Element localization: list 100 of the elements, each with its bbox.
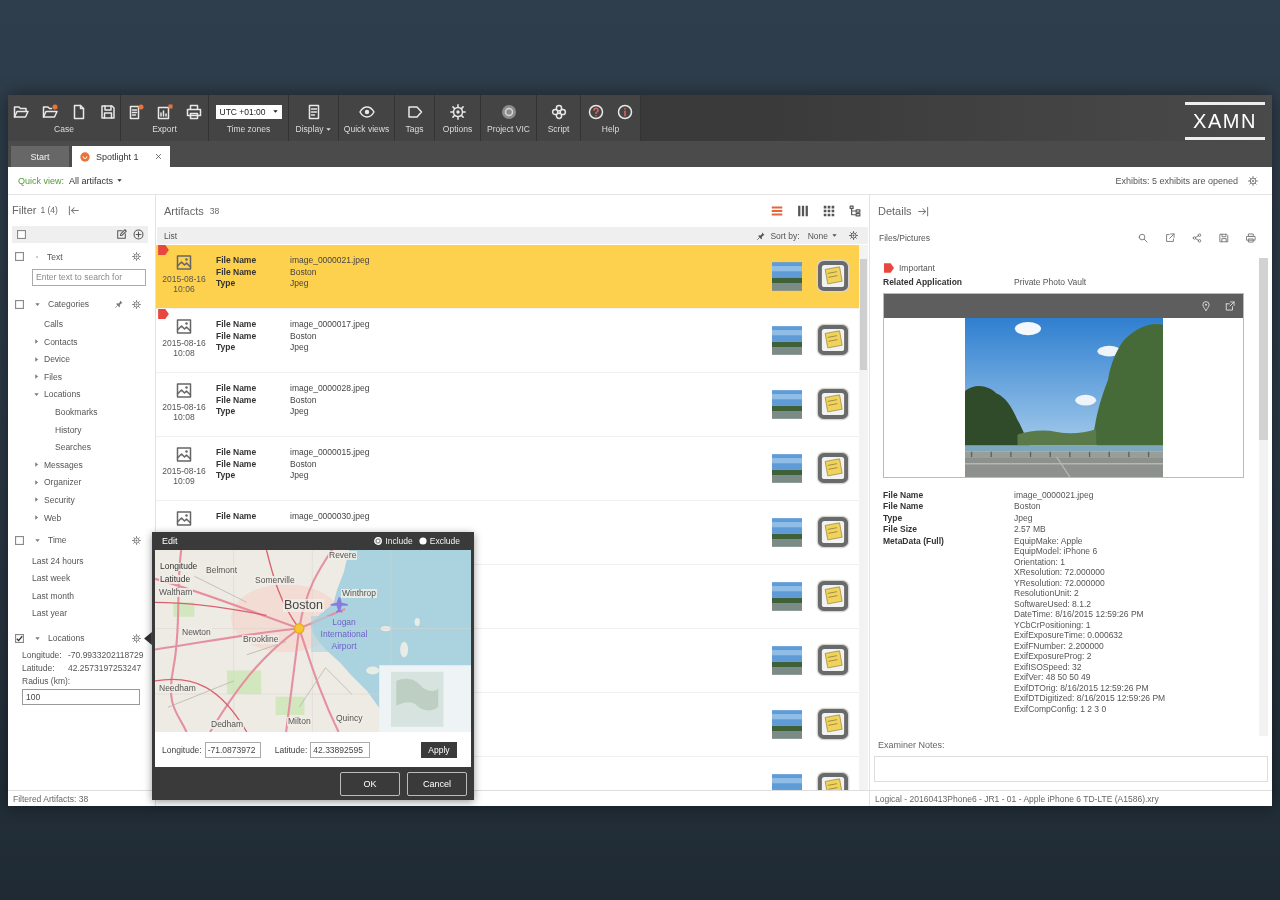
quick-view-dropdown[interactable]: All artifacts [69, 175, 123, 186]
tree-item[interactable]: History [45, 420, 82, 439]
tree-item[interactable]: Web [34, 508, 62, 527]
apply-button[interactable]: Apply [421, 741, 457, 758]
radio-label[interactable]: Include [385, 536, 413, 546]
time-option[interactable]: Last 24 hours [32, 551, 84, 570]
scrollbar-thumb[interactable] [860, 259, 867, 370]
gear-icon[interactable] [132, 252, 141, 262]
pin-icon[interactable] [115, 300, 123, 309]
edit-icon[interactable] [116, 229, 127, 240]
info-icon[interactable] [617, 103, 633, 120]
location-marker-icon[interactable] [294, 623, 305, 634]
save-icon[interactable] [1219, 232, 1229, 243]
radius-field[interactable]: 100 [22, 688, 140, 705]
gear-icon[interactable] [132, 633, 141, 643]
latitude-field[interactable]: 42.33892595 [310, 741, 371, 758]
tree-item[interactable]: Searches [45, 438, 91, 456]
artifact-time: 10:08 [173, 412, 195, 422]
checkbox[interactable] [15, 252, 24, 262]
section-title: Files/Pictures [879, 232, 930, 243]
add-icon[interactable] [133, 229, 144, 240]
map-label: Waltham [158, 588, 194, 597]
field-label: File Size [883, 524, 918, 536]
caret-down-icon[interactable] [35, 301, 40, 307]
longitude-field[interactable]: -71.0873972 [204, 741, 261, 758]
open-external-icon[interactable] [1165, 232, 1175, 243]
ok-button[interactable]: OK [340, 771, 400, 796]
folder-open-icon[interactable] [12, 103, 29, 120]
scrollbar[interactable] [1259, 258, 1268, 736]
tab[interactable]: Spotlight 1 [72, 146, 170, 167]
printer-icon[interactable] [1246, 232, 1256, 243]
dialog-title: Edit [162, 536, 178, 546]
grid-view-icon[interactable] [823, 205, 835, 217]
clover-icon[interactable] [550, 103, 567, 120]
folder-badge-icon[interactable] [41, 103, 58, 120]
scrollbar-thumb[interactable] [1259, 258, 1268, 440]
report-icon[interactable] [127, 103, 144, 120]
metadata-line: ExifExposureTime: 0.000632 [1014, 630, 1123, 641]
search-icon[interactable] [1138, 232, 1148, 243]
artifact-row[interactable]: 2015-08-16 10:08 File Name image_0000017.jpeg File Name Boston Type Jpeg [156, 309, 859, 373]
share-icon[interactable] [1192, 232, 1202, 243]
time-option[interactable]: Last week [32, 569, 71, 588]
map-drawing[interactable] [155, 550, 471, 732]
artifact-time: 10:06 [173, 284, 195, 294]
artifact-row[interactable]: 2015-08-16 10:09 File Name image_0000015.jpeg File Name Boston Type Jpeg [156, 437, 859, 501]
time-zone-dropdown[interactable]: UTC +01:00 [215, 104, 282, 119]
radio-button[interactable] [418, 537, 427, 545]
gear-icon[interactable] [849, 231, 858, 240]
time-option[interactable]: Last year [32, 604, 67, 623]
tree-item[interactable]: Security [34, 491, 75, 509]
toolbar-group-label: Project VIC [487, 124, 530, 135]
collapse-right-icon[interactable] [917, 205, 929, 217]
tree-item[interactable]: Bookmarks [45, 403, 98, 421]
caret-down-icon[interactable] [35, 537, 40, 543]
tree-item[interactable]: Device [34, 350, 70, 368]
artifact-row[interactable]: 2015-08-16 10:08 File Name image_0000028.jpeg File Name Boston Type Jpeg [156, 373, 859, 437]
artifact-row[interactable]: 2015-08-16 10:06 File Name image_0000021.jpeg File Name Boston Type Jpeg [156, 245, 859, 309]
tree-item[interactable]: Messages [34, 455, 83, 474]
export-icon[interactable] [1225, 300, 1235, 311]
checkbox[interactable] [17, 230, 26, 239]
radio-button[interactable] [374, 537, 383, 545]
checkbox[interactable] [15, 535, 24, 545]
cancel-button[interactable]: Cancel [407, 771, 467, 796]
radio-label[interactable]: Exclude [429, 536, 460, 546]
notes-field[interactable] [874, 756, 1268, 782]
close-icon[interactable] [154, 153, 162, 160]
tree-item[interactable]: Calls [34, 315, 63, 333]
toolbar-group-label: Case [54, 124, 74, 135]
eye-icon[interactable] [358, 103, 375, 120]
columns-view-icon[interactable] [797, 205, 809, 217]
field-label: File Name [216, 330, 258, 342]
caret-icon[interactable] [326, 127, 332, 132]
tree-item[interactable]: Locations [34, 385, 81, 404]
field-value: 42.2573197253247 [68, 663, 142, 674]
disc-icon[interactable] [500, 103, 517, 120]
search-field[interactable]: Enter text to search for [32, 268, 146, 286]
gear-icon[interactable] [132, 299, 141, 309]
tab[interactable]: Start [11, 146, 69, 167]
time-option[interactable]: Last month [32, 587, 75, 605]
tree-item[interactable]: Files [34, 367, 62, 386]
checkbox[interactable] [15, 633, 24, 643]
tree-view-icon[interactable] [849, 205, 861, 217]
gear-icon[interactable] [132, 535, 141, 545]
tree-item[interactable]: Organizer [34, 473, 82, 492]
help-icon[interactable] [588, 103, 604, 120]
checkbox[interactable] [15, 299, 24, 309]
gear-icon[interactable] [1248, 175, 1258, 186]
field-label: Latitude: [274, 744, 308, 755]
location-pin-icon[interactable] [1201, 300, 1211, 311]
scrollbar[interactable] [859, 245, 868, 790]
tag-icon[interactable] [406, 103, 423, 120]
collapse-left-icon[interactable] [67, 204, 79, 216]
chart-document-icon[interactable] [156, 103, 173, 120]
field-value: Jpeg [290, 406, 309, 418]
caret-down-icon[interactable] [35, 635, 40, 641]
sort-dropdown[interactable]: None [807, 230, 837, 241]
pin-icon[interactable] [757, 231, 766, 240]
list-view-icon[interactable] [771, 205, 783, 217]
metadata-line: ExifDTDigitized: 8/16/2015 12:59:26 PM [1014, 693, 1166, 704]
tree-item[interactable]: Contacts [34, 332, 78, 351]
